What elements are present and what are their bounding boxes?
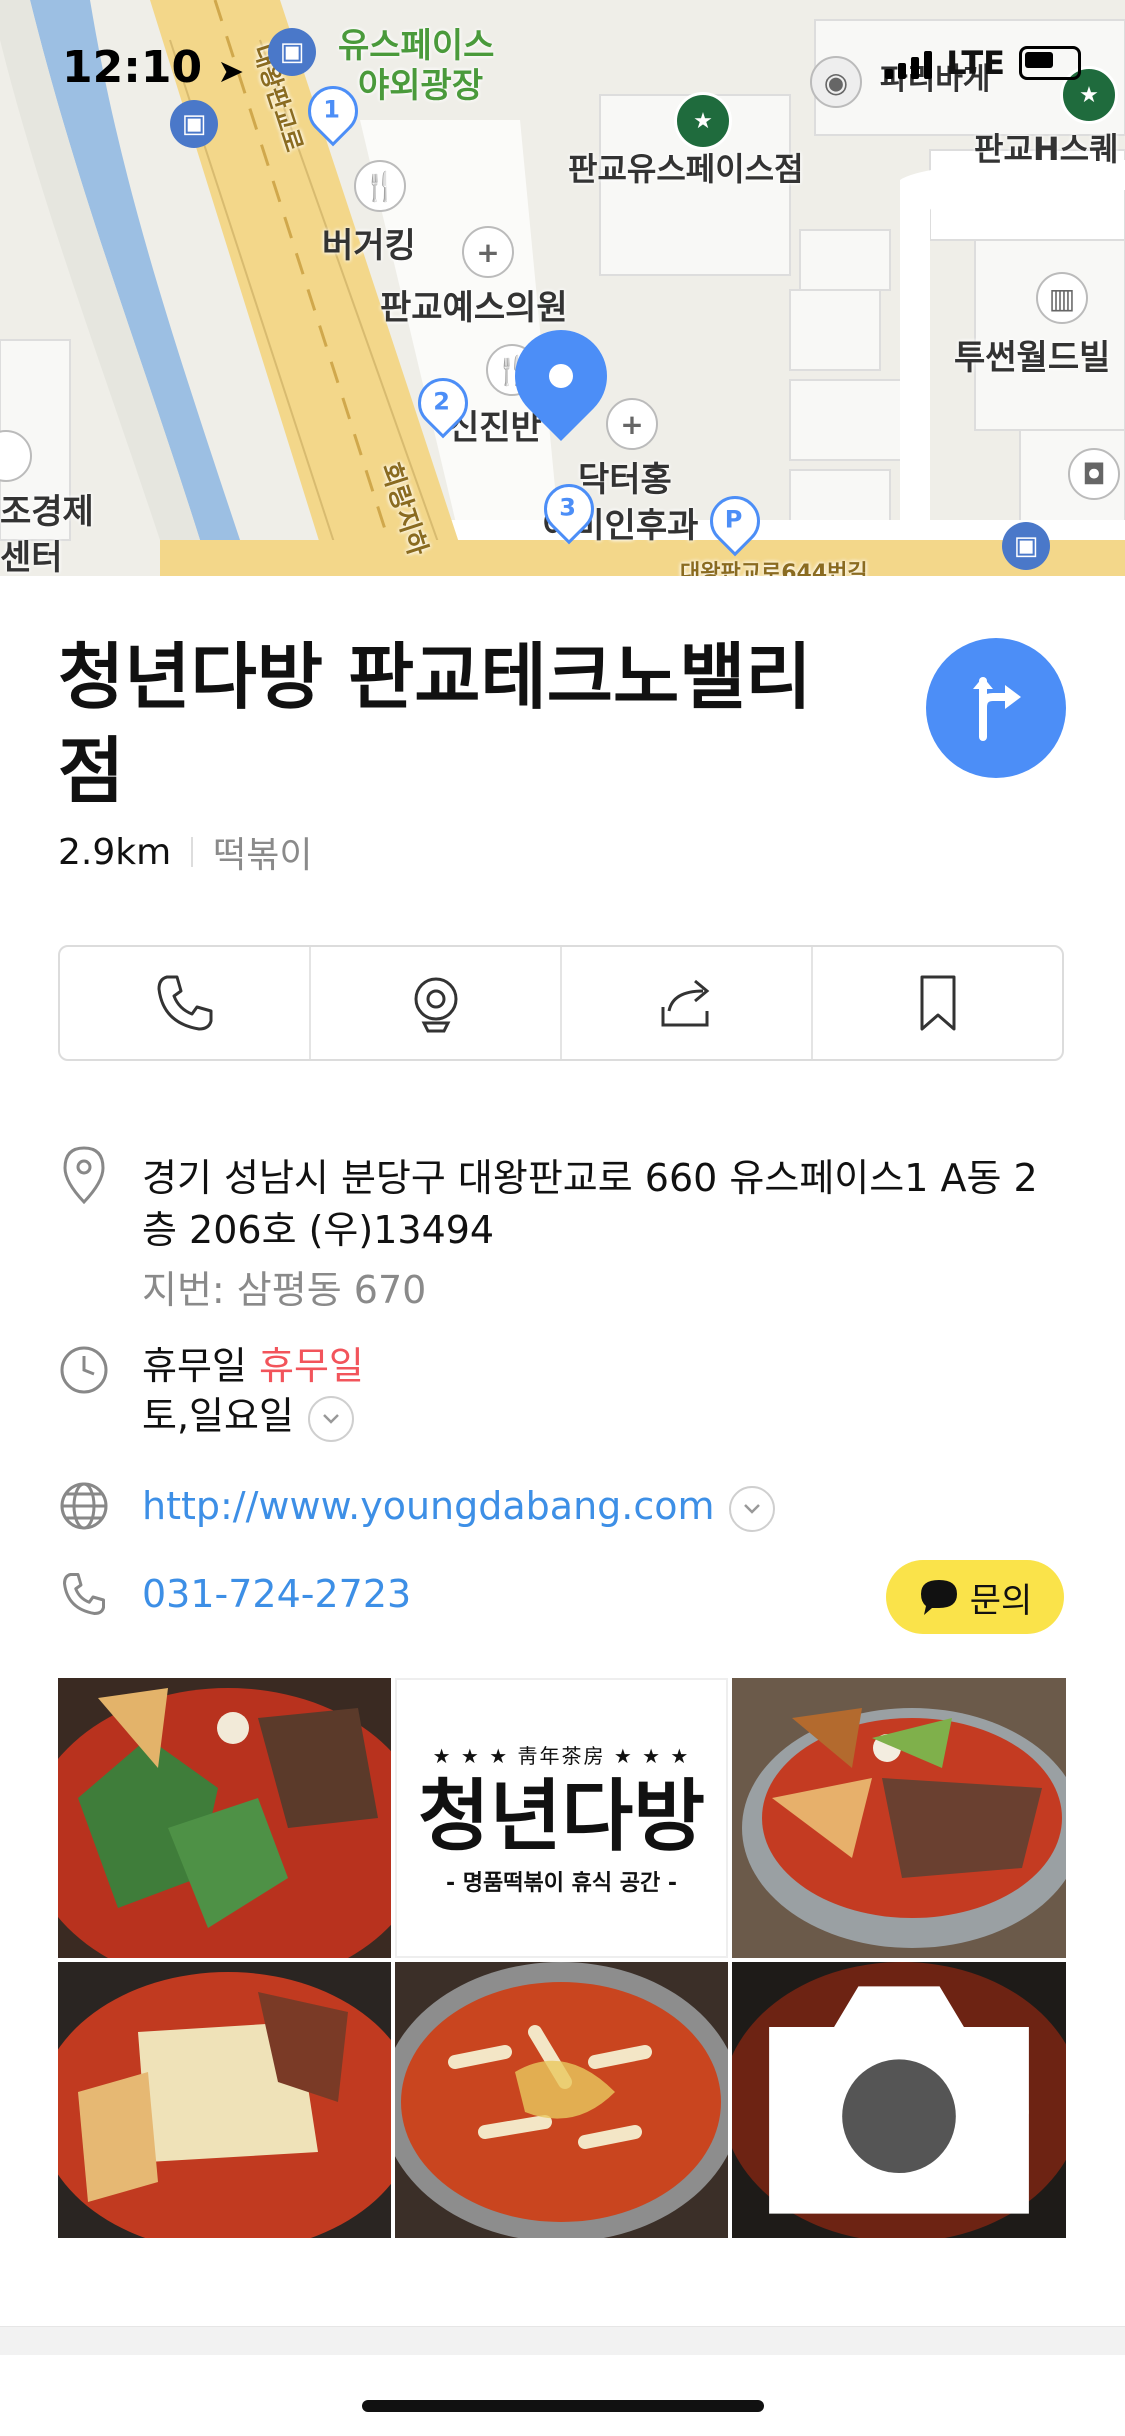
map-label-clinic: 판교예스의원 [380,288,568,328]
parking-lot-icon[interactable]: ◉ [810,56,862,108]
bus-stop-icon[interactable]: ▣ [268,28,316,76]
bus-stop-icon[interactable]: ▣ [170,100,218,148]
place-title: 청년다방 판교테크노밸리점 [58,635,812,813]
logo-thumbnail[interactable]: ★ ★ ★ 靑年茶房 ★ ★ ★ 청년다방 - 명품떡볶이 휴식 공간 - [395,1678,728,1958]
bus-stop-icon[interactable]: ▣ [1002,522,1050,570]
restaurant-icon[interactable]: 🍴 [354,160,406,212]
phone-icon [157,975,212,1031]
chevron-down-icon [323,1413,339,1424]
map-view[interactable]: 유스페이스 야외광장 판교유스페이스점 판교H스퀘 버거킹 판교예스의원 신진반… [0,0,1125,576]
map-label-left-2: 센터 [0,538,63,576]
photo-grid: ★ ★ ★ 靑年茶房 ★ ★ ★ 청년다방 - 명품떡볶이 휴식 공간 - [58,1678,1066,2238]
map-label-burgerking: 버거킹 [322,226,416,266]
call-button[interactable] [60,947,311,1059]
hours-status: 휴무일 [258,1344,364,1388]
status-indicators: LTE [885,44,1081,82]
photo-thumbnail[interactable] [58,1678,391,1958]
map-label-doctorhong-1: 닥터홍 [578,460,672,500]
roadview-icon [414,977,457,1033]
logo-tagline: - 명품떡볶이 휴식 공간 - [445,1870,678,1896]
map-label-road-bottom: 대왕판교로644번길 [680,561,868,576]
map-label-uspace-2: 야외광장 [358,66,484,106]
hospital-icon[interactable]: + [462,226,514,278]
phone-small-icon [58,1568,110,1620]
hours-days: 토,일요일 [142,1394,294,1438]
photo-thumbnail[interactable] [395,1962,728,2238]
status-time: 12:10 ➤ [62,42,245,93]
website-link[interactable]: http://www.youngdabang.com [142,1484,715,1528]
location-arrow-icon: ➤ [217,52,245,90]
logo-name: 청년다방 [417,1770,706,1862]
chevron-down-icon [743,1503,760,1514]
photo-thumbnail[interactable] [58,1962,391,2238]
food-photo-1 [58,1678,391,1958]
building-icon[interactable]: ▥ [1036,272,1088,324]
inquiry-button[interactable]: 문의 [886,1560,1064,1634]
website-line: http://www.youngdabang.com [142,1480,775,1532]
lot-address-text: 지번: 삼평동 670 [142,1268,427,1312]
globe-icon [58,1480,110,1532]
chat-bubble-icon [920,1580,957,1615]
bookmark-icon [920,975,955,1031]
photo-count-overlay: 755 [732,1962,1066,2238]
map-label-left-1: 조경제 [0,492,94,532]
place-category: 떡볶이 [213,835,313,876]
hours-expand-button[interactable] [307,1395,354,1442]
website-expand-button[interactable] [728,1485,775,1532]
photo-thumbnail[interactable] [732,1678,1066,1958]
share-button[interactable] [562,947,813,1059]
section-divider [0,2326,1125,2355]
phone-number-link[interactable]: 031-724-2723 [142,1568,411,1620]
photo-more-thumbnail[interactable]: 755 [732,1962,1066,2238]
building-icon[interactable]: ◘ [1068,448,1120,500]
hospital-icon[interactable]: + [606,398,658,450]
hours-label: 휴무일 [142,1344,247,1388]
hours-line: 휴무일 휴무일 [142,1340,364,1392]
share-icon [661,979,709,1027]
save-button[interactable] [813,947,1062,1059]
starbucks-icon[interactable]: ★ [674,92,732,150]
directions-icon [973,677,1021,741]
roadview-button[interactable] [311,947,562,1059]
battery-icon [1019,46,1081,80]
meta-divider [191,837,194,867]
place-meta: 2.9km 떡볶이 [58,826,313,878]
network-type: LTE [946,44,1005,82]
food-photo-4 [395,1962,728,2238]
map-label-tusun: 투썬월드빌 [954,338,1111,378]
address-text[interactable]: 경기 성남시 분당구 대왕판교로 660 유스페이스1 A동 2층 206호 (… [142,1152,1072,1256]
clock-icon [58,1344,110,1396]
food-photo-2 [732,1678,1066,1958]
directions-button[interactable] [926,638,1066,778]
map-label-starbucks-h: 판교H스퀘 [974,130,1119,168]
inquiry-label: 문의 [969,1580,1033,1621]
place-distance: 2.9km [58,831,172,873]
hours-days-line: 토,일요일 [142,1390,354,1442]
food-photo-3 [58,1962,391,2238]
home-indicator[interactable] [362,2400,764,2412]
camera-icon [769,1986,1029,2214]
logo-hanja: ★ ★ ★ 靑年茶房 ★ ★ ★ [432,1743,691,1768]
map-label-starbucks-uspace: 판교유스페이스점 [568,150,804,188]
action-bar [58,945,1064,1061]
location-pin-icon [58,1146,110,1204]
signal-icon [885,47,933,79]
